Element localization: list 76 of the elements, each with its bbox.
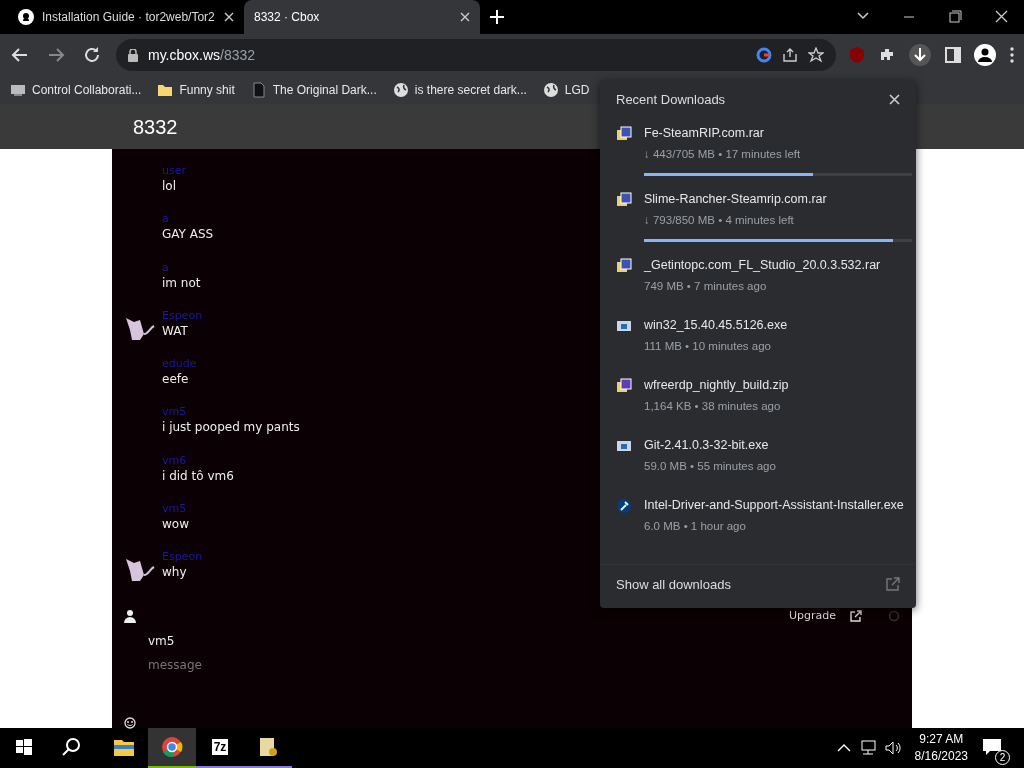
file-name[interactable]: Slime-Rancher-Steamrip.com.rar <box>644 189 912 209</box>
speaker-icon[interactable] <box>884 740 903 756</box>
upgrade-link[interactable]: Upgrade <box>788 607 836 625</box>
bookmark[interactable]: LGD <box>542 81 590 99</box>
panel-title: Recent Downloads <box>616 91 727 109</box>
file-name[interactable]: Git-2.41.0.3-32-bit.exe <box>644 436 776 455</box>
download-status: 111 MB • 10 minutes ago <box>644 339 772 354</box>
taskbar-app[interactable]: 7z <box>196 728 244 768</box>
browser-tab[interactable]: Installation Guide · tor2web/Tor2 <box>8 0 244 34</box>
user-icon <box>124 608 136 623</box>
archive-icon <box>616 125 632 142</box>
windows-icon[interactable] <box>16 739 32 755</box>
chat-title: 8332 <box>133 114 178 140</box>
tab-title: Installation Guide · tor2web/Tor2 <box>42 9 216 26</box>
download-icon[interactable] <box>908 43 932 67</box>
search-icon[interactable] <box>62 737 82 757</box>
zip-icon <box>616 378 632 394</box>
message-text: i just pooped my pants <box>162 419 300 437</box>
menu-icon[interactable] <box>1008 45 1016 65</box>
bookmark[interactable]: Funny shit <box>157 81 235 99</box>
close-icon[interactable] <box>224 12 234 22</box>
archive-icon <box>616 258 632 274</box>
tab-title: 8332 · Cbox <box>254 9 321 26</box>
page-icon <box>250 82 267 98</box>
file-name[interactable]: Fe-SteamRIP.com.rar <box>644 123 912 143</box>
close-icon[interactable] <box>889 94 900 106</box>
chevron-up-icon[interactable] <box>836 743 851 753</box>
message-text: lol <box>162 178 177 195</box>
message-field[interactable]: message <box>112 650 412 675</box>
file-name[interactable]: Intel-Driver-and-Support-Assistant-Installer.exe <box>644 496 904 515</box>
browser-tab[interactable]: 8332 · Cbox <box>244 0 480 34</box>
message-text: eefe <box>162 371 190 389</box>
message-text: WAT <box>162 322 189 340</box>
bookmark[interactable]: is there secret dark... <box>392 81 527 99</box>
file-name[interactable]: _Getintopc.com_FL_Studio_20.0.3.532.rar <box>644 256 881 275</box>
app-icon <box>10 82 26 98</box>
name-field[interactable]: vm5 <box>112 624 912 651</box>
message-text: wow <box>162 516 189 534</box>
file-name[interactable]: win32_15.40.45.5126.exe <box>644 316 788 335</box>
wrench-icon <box>616 498 632 514</box>
download-status: ↓ 793/850 MB • 4 minutes left <box>644 212 795 228</box>
smiley-icon[interactable] <box>124 716 136 729</box>
google-icon[interactable] <box>756 47 772 63</box>
share-icon[interactable] <box>782 47 798 63</box>
network-icon[interactable] <box>858 740 877 756</box>
file-name[interactable]: wfreerdp_nightly_build.zip <box>644 376 789 395</box>
bookmark[interactable]: The Original Dark... <box>250 81 377 99</box>
message-text: GAY ASS <box>162 226 214 244</box>
side-panel-icon[interactable] <box>944 46 962 64</box>
address-bar[interactable]: my.cbox.ws/8332 <box>116 39 836 71</box>
bookmark[interactable]: Control Collaborati... <box>10 81 142 99</box>
notification-icon[interactable] <box>982 737 1002 756</box>
taskbar-app[interactable] <box>148 728 196 768</box>
clock[interactable]: 9:27 AM 8/16/2023 <box>914 731 968 765</box>
lock-icon <box>128 48 138 62</box>
message-text: i did tô vm6 <box>162 467 234 485</box>
chrome-icon <box>161 736 183 758</box>
notification-count: 2 <box>995 750 1010 765</box>
show-all-link[interactable]: Show all downloads <box>616 574 886 594</box>
folder-icon <box>157 82 174 98</box>
globe-icon <box>542 82 559 98</box>
message-text: why <box>162 564 188 582</box>
program-icon <box>616 438 632 454</box>
star-icon[interactable] <box>808 47 824 63</box>
profile-icon[interactable] <box>974 44 996 66</box>
setup-icon <box>257 736 279 758</box>
message-text: im not <box>162 274 201 292</box>
close-icon[interactable] <box>460 12 470 22</box>
download-status: 6.0 MB • 1 hour ago <box>644 519 747 534</box>
download-status: ↓ 443/705 MB • 17 minutes left <box>644 146 802 162</box>
download-status: 749 MB • 7 minutes ago <box>644 279 768 294</box>
download-status: 1,164 KB • 38 minutes ago <box>644 399 782 414</box>
globe-icon <box>392 82 409 98</box>
download-status: 59.0 MB • 55 minutes ago <box>644 459 776 474</box>
program-icon <box>616 318 632 334</box>
archive-icon <box>616 191 632 208</box>
